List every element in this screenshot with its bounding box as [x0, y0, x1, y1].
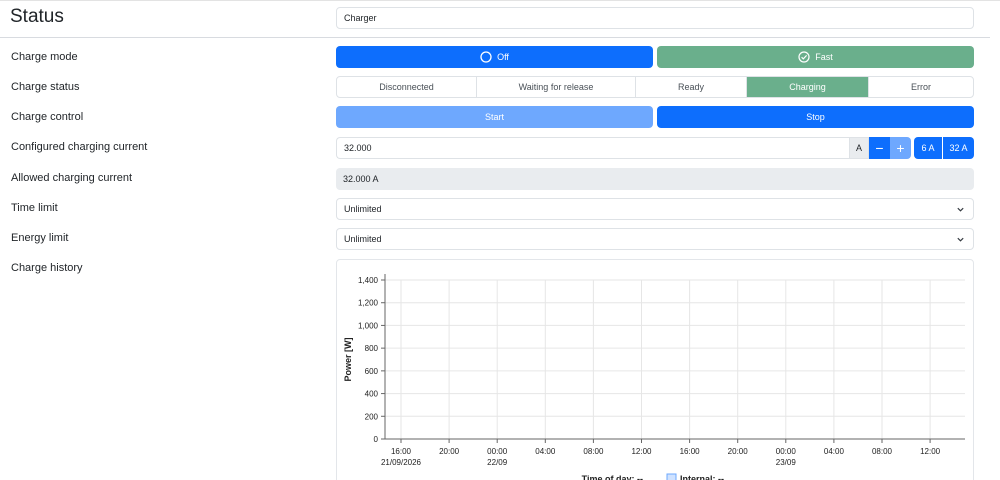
- charge-status-indicator: Disconnected Waiting for release Ready C…: [336, 76, 974, 98]
- preset-6a-button[interactable]: 6 A: [914, 137, 942, 159]
- charger-name-field: Charger: [336, 7, 974, 29]
- x-tick-label: 12:00: [631, 447, 652, 456]
- x-tick-label: 20:00: [439, 447, 460, 456]
- x-tick-label: 04:00: [535, 447, 556, 456]
- configured-current-label: Configured charging current: [11, 141, 148, 153]
- x-tick-label: 12:00: [920, 447, 941, 456]
- x-tick-label: 08:00: [872, 447, 893, 456]
- page-title: Status: [10, 6, 64, 27]
- y-tick-label: 600: [365, 367, 379, 376]
- x-tick-label: 16:00: [680, 447, 701, 456]
- charge-history-label: Charge history: [11, 262, 83, 274]
- x-tick-sublabel: 21/09/2026: [381, 458, 422, 467]
- x-tick-label: 00:00: [776, 447, 797, 456]
- status-error: Error: [911, 82, 931, 92]
- status-waiting-for-release: Waiting for release: [477, 77, 636, 97]
- allowed-current-value: 32.000 A: [336, 168, 974, 190]
- circle-icon: [480, 51, 492, 63]
- x-tick-sublabel: 22/09: [487, 458, 508, 467]
- decrease-current-button[interactable]: −: [869, 137, 890, 159]
- x-tick-label: 00:00: [487, 447, 508, 456]
- header-separator: [0, 37, 990, 38]
- chart-plot: 0 200 400 600 800 1,000 1,200 1,400 16:00 21/09/2…: [343, 274, 965, 480]
- time-limit-value: Unlimited: [344, 204, 382, 214]
- charge-mode-off-label: Off: [497, 52, 509, 62]
- configured-current-unit: A: [849, 137, 869, 159]
- legend-label: Internal: --: [680, 474, 724, 480]
- charge-mode-fast-button[interactable]: Fast: [657, 46, 974, 68]
- energy-limit-label: Energy limit: [11, 232, 69, 244]
- y-tick-label: 0: [374, 435, 379, 444]
- y-tick-label: 1,200: [358, 299, 379, 308]
- chevron-down-icon: [957, 237, 964, 242]
- charge-mode-label: Charge mode: [11, 51, 78, 63]
- time-limit-select[interactable]: Unlimited: [336, 198, 974, 220]
- status-charging: Charging: [747, 77, 869, 97]
- start-button[interactable]: Start: [336, 106, 653, 128]
- increase-current-button[interactable]: +: [890, 137, 911, 159]
- y-tick-label: 200: [365, 412, 379, 421]
- x-tick-label: 04:00: [824, 447, 845, 456]
- minus-icon: −: [875, 140, 884, 156]
- status-disconnected: Disconnected: [337, 77, 477, 97]
- y-axis-label: Power [W]: [343, 337, 353, 381]
- x-tick-label: 08:00: [583, 447, 604, 456]
- plus-icon: +: [896, 140, 905, 156]
- configured-current-input[interactable]: 32.000: [336, 137, 850, 159]
- charge-history-chart: 0 200 400 600 800 1,000 1,200 1,400 16:00 21/09/2…: [336, 259, 974, 480]
- time-limit-label: Time limit: [11, 202, 58, 214]
- y-tick-label: 400: [365, 390, 379, 399]
- energy-limit-select[interactable]: Unlimited: [336, 228, 974, 250]
- x-axis-label: Time of day: --: [582, 474, 643, 480]
- charge-control-label: Charge control: [11, 111, 84, 123]
- charge-status-label: Charge status: [11, 81, 80, 93]
- x-tick-label: 16:00: [391, 447, 412, 456]
- chevron-down-icon: [957, 207, 964, 212]
- check-circle-icon: [798, 51, 810, 63]
- status-ready: Ready: [636, 77, 747, 97]
- preset-32a-button[interactable]: 32 A: [943, 137, 974, 159]
- y-tick-label: 800: [365, 344, 379, 353]
- x-tick-label: 20:00: [728, 447, 749, 456]
- legend-swatch: [666, 473, 677, 480]
- y-tick-label: 1,000: [358, 321, 379, 330]
- top-border: [0, 0, 1000, 1]
- y-tick-label: 1,400: [358, 276, 379, 285]
- charge-mode-off-button[interactable]: Off: [336, 46, 653, 68]
- stop-button[interactable]: Stop: [657, 106, 974, 128]
- allowed-current-label: Allowed charging current: [11, 172, 133, 184]
- energy-limit-value: Unlimited: [344, 234, 382, 244]
- x-tick-sublabel: 23/09: [776, 458, 797, 467]
- charge-mode-fast-label: Fast: [815, 52, 833, 62]
